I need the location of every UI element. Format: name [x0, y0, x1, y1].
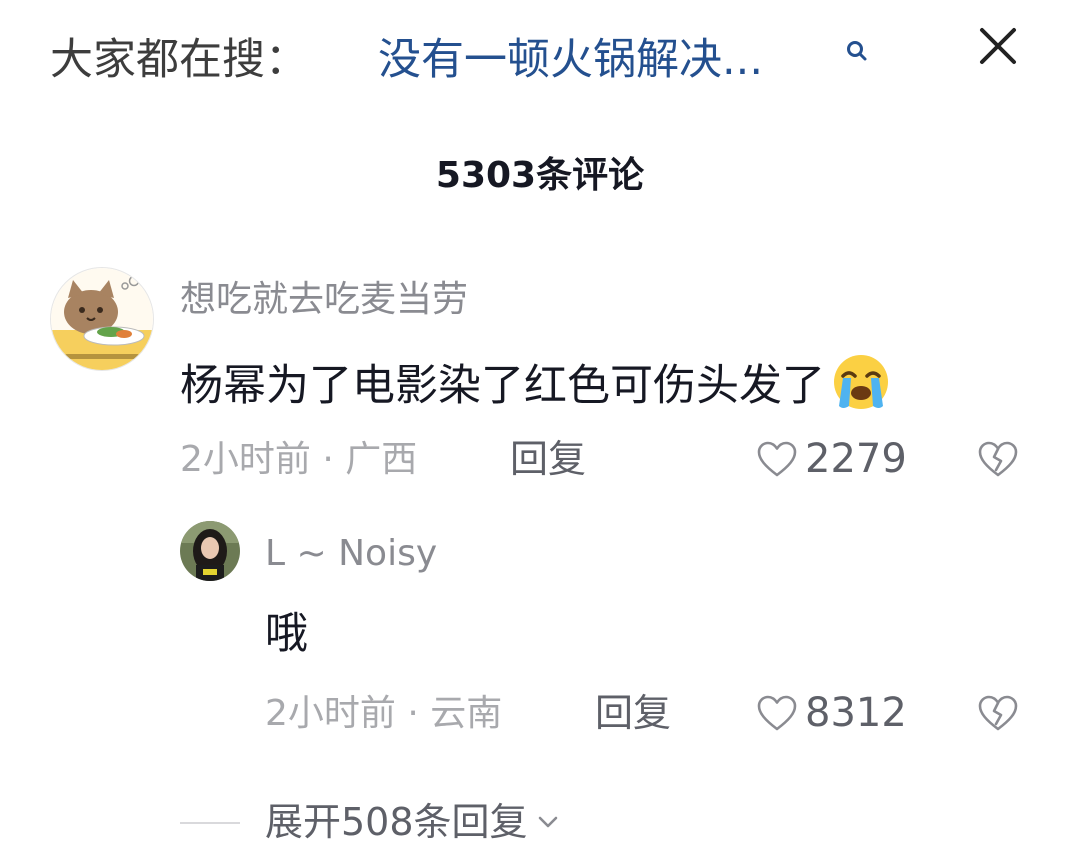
reply-meta: 2小时前 · 云南 — [265, 693, 503, 734]
heart-outline-icon — [757, 695, 797, 731]
like-count: 8312 — [805, 690, 907, 736]
avatar[interactable] — [50, 267, 154, 371]
comment-username[interactable]: 想吃就去吃麦当劳 — [180, 276, 468, 324]
crying-face-emoji — [834, 355, 888, 409]
expand-divider — [180, 822, 240, 824]
like-button[interactable]: 8312 — [755, 687, 907, 739]
broken-heart-icon[interactable] — [976, 439, 1020, 479]
comment-text-body: 杨幂为了电影染了红色可伤头发了 — [180, 361, 825, 411]
reply-text: 哦 — [265, 609, 308, 659]
reply-button[interactable]: 回复 — [510, 433, 586, 485]
reply-username[interactable]: L ~ Noisy — [265, 530, 437, 578]
expand-replies-label: 展开508条回复 — [265, 800, 528, 844]
close-icon[interactable] — [970, 18, 1026, 74]
avatar[interactable] — [180, 521, 240, 581]
search-suggestion-link[interactable]: 没有一顿火锅解决... — [378, 28, 763, 92]
search-icon[interactable] — [844, 38, 870, 64]
heart-outline-icon — [757, 441, 797, 477]
like-count: 2279 — [805, 436, 907, 482]
comments-count-title: 5303条评论 — [435, 155, 645, 196]
expand-replies-button[interactable]: 展开508条回复 — [265, 796, 562, 848]
comment-text: 杨幂为了电影染了红色可伤头发了 — [180, 348, 893, 416]
like-button[interactable]: 2279 — [755, 433, 907, 485]
comment-meta: 2小时前 · 广西 — [180, 439, 418, 480]
reply-button[interactable]: 回复 — [595, 687, 671, 739]
broken-heart-icon[interactable] — [976, 693, 1020, 733]
search-hint-label: 大家都在搜： — [50, 35, 308, 85]
chevron-down-icon — [538, 816, 557, 828]
